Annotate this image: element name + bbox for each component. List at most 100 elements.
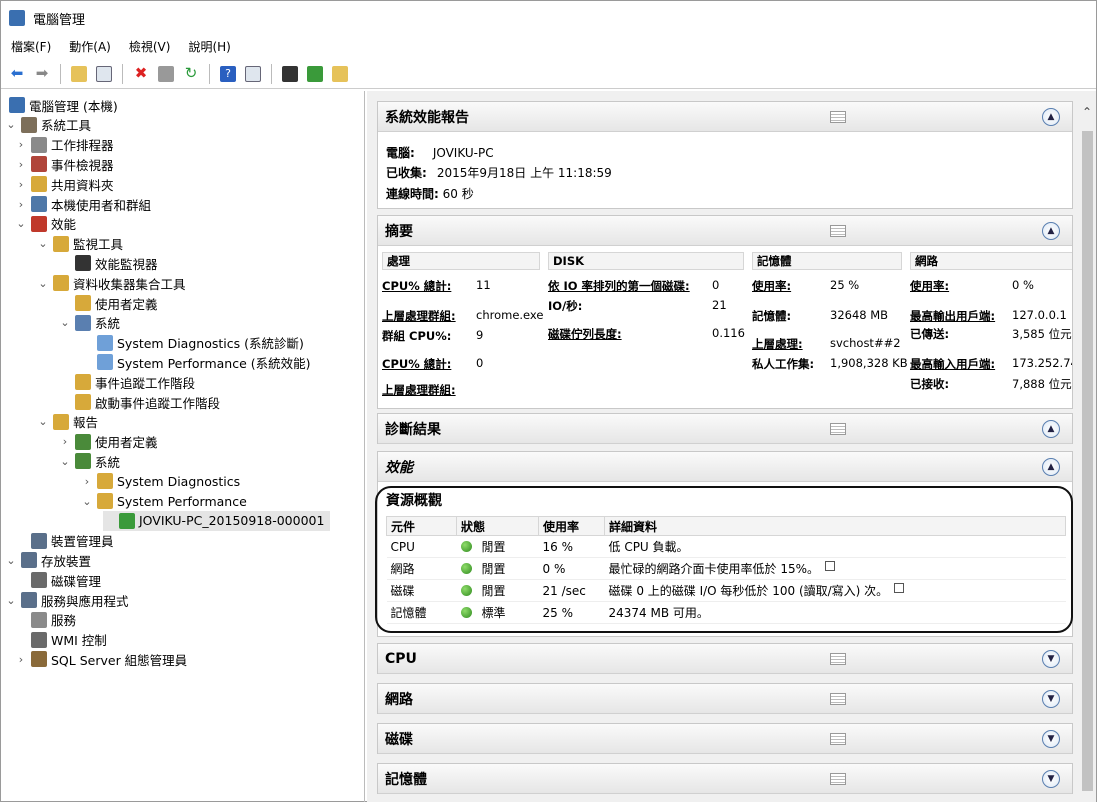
table-view-icon[interactable] (830, 693, 846, 705)
tree-item[interactable]: ⌄ 系統 (59, 451, 120, 471)
toolbar-divider (271, 63, 272, 84)
chevron-down-icon[interactable]: ⌄ (37, 237, 49, 250)
tree-item[interactable]: ⌄ 資料收集器集合工具 (37, 273, 186, 293)
tree-item[interactable]: ⌄ 服務與應用程式 (5, 590, 129, 610)
expand-icon[interactable]: ▼ (1042, 690, 1060, 708)
chevron-down-icon[interactable]: ⌄ (15, 217, 27, 230)
monitor-icon[interactable] (280, 64, 300, 84)
print-icon[interactable] (156, 64, 176, 84)
table-view-icon[interactable] (830, 653, 846, 665)
memory-section: 記憶體 ▼ (377, 763, 1073, 794)
refresh-icon[interactable]: ↻ (181, 64, 201, 84)
tree-item-label: 磁碟管理 (51, 573, 102, 589)
table-view-icon[interactable] (830, 773, 846, 785)
toolbar-divider (122, 63, 123, 84)
tree-item[interactable]: › 工作排程器 (15, 135, 114, 155)
folder-icon[interactable] (330, 64, 350, 84)
network-title-bar[interactable]: 網路 ▼ (378, 684, 1072, 714)
table-view-icon[interactable] (830, 733, 846, 745)
tree-item-label: 啟動事件追蹤工作階段 (95, 395, 221, 411)
tree-item[interactable]: › 本機使用者和群組 (15, 194, 151, 214)
tree-item[interactable]: 使用者定義 (59, 293, 158, 313)
chevron-down-icon[interactable]: ⌄ (5, 118, 17, 131)
expand-icon[interactable]: ▼ (1042, 650, 1060, 668)
chevron-down-icon[interactable]: ⌄ (81, 495, 93, 508)
chevron-down-icon[interactable]: ⌄ (37, 277, 49, 290)
tree-item[interactable]: ⌄ 存放裝置 (5, 550, 91, 570)
tree-item[interactable]: WMI 控制 (15, 630, 107, 650)
tree-item[interactable]: 服務 (15, 610, 76, 630)
help-icon[interactable]: ? (218, 64, 238, 84)
scroll-up-icon[interactable]: ⌃ (1082, 105, 1092, 119)
delete-icon[interactable]: ✖ (131, 64, 151, 84)
chevron-down-icon[interactable]: ⌄ (59, 316, 71, 329)
tree-item[interactable]: System Performance (系統效能) (81, 352, 311, 372)
collapse-icon[interactable]: ▲ (1042, 420, 1060, 438)
summary-title-bar[interactable]: 摘要 ▲ (378, 216, 1072, 246)
tree-item[interactable]: 啟動事件追蹤工作階段 (59, 392, 220, 412)
tree-item[interactable]: 電腦管理 (本機) (5, 95, 118, 115)
status-label: 閒置 (481, 562, 506, 576)
scrollbar-thumb[interactable] (1082, 131, 1093, 791)
chevron-right-icon[interactable]: › (15, 653, 27, 666)
tree-item[interactable]: 效能監視器 (59, 253, 158, 273)
tree-item[interactable]: 事件追蹤工作階段 (59, 372, 195, 392)
cpu-title-bar[interactable]: CPU ▼ (378, 644, 1072, 674)
folder-up-icon[interactable] (69, 64, 89, 84)
table-view-icon[interactable] (830, 111, 846, 123)
forward-arrow-icon[interactable]: ➡ (32, 64, 52, 84)
tree-item[interactable]: ⌄ 報告 (37, 412, 98, 432)
tree-node-icon (21, 552, 37, 569)
collapse-icon[interactable]: ▲ (1042, 108, 1060, 126)
diagnostics-title-bar[interactable]: 診斷結果 ▲ (378, 414, 1072, 444)
menu-view[interactable]: 檢視(V) (129, 38, 171, 55)
table-view-icon[interactable] (830, 225, 846, 237)
edit-note-icon[interactable] (825, 561, 835, 571)
tree-item[interactable]: ⌄ 系統 (59, 313, 120, 333)
chevron-right-icon[interactable]: › (15, 158, 27, 171)
chevron-right-icon[interactable]: › (81, 475, 93, 488)
tree-item[interactable]: › SQL Server 組態管理員 (15, 649, 187, 669)
expand-icon[interactable]: ▼ (1042, 770, 1060, 788)
menu-action[interactable]: 動作(A) (69, 38, 111, 55)
chevron-down-icon[interactable]: ⌄ (59, 455, 71, 468)
menu-help[interactable]: 說明(H) (188, 38, 230, 55)
cpu-section: CPU ▼ (377, 643, 1073, 674)
chevron-right-icon[interactable]: › (15, 138, 27, 151)
properties-icon[interactable] (94, 64, 114, 84)
report-header-title-bar[interactable]: 系統效能報告 ▲ (378, 102, 1072, 132)
memory-title-bar[interactable]: 記憶體 ▼ (378, 764, 1072, 794)
tree-item-label: 裝置管理員 (51, 534, 114, 550)
tree-item[interactable]: ⌄ 效能 (15, 214, 76, 234)
vertical-scrollbar[interactable]: ⌃ (1079, 91, 1096, 802)
chevron-right-icon[interactable]: › (59, 435, 71, 448)
tree-item[interactable]: › 使用者定義 (59, 432, 158, 452)
performance-title-bar[interactable]: 效能 ▲ (378, 452, 1072, 482)
disk-title-bar[interactable]: 磁碟 ▼ (378, 724, 1072, 754)
collapse-icon[interactable]: ▲ (1042, 458, 1060, 476)
chevron-right-icon[interactable]: › (15, 178, 27, 191)
tree-item[interactable]: › System Diagnostics (81, 471, 240, 491)
tree-item[interactable]: 裝置管理員 (15, 531, 114, 551)
chevron-right-icon[interactable]: › (15, 198, 27, 211)
tree-item[interactable]: ⌄ 系統工具 (5, 115, 91, 135)
tree-item[interactable]: › 共用資料夾 (15, 174, 114, 194)
tree-item[interactable]: ⌄ 監視工具 (37, 234, 123, 254)
collapse-icon[interactable]: ▲ (1042, 222, 1060, 240)
chevron-down-icon[interactable]: ⌄ (37, 415, 49, 428)
table-view-icon[interactable] (830, 423, 846, 435)
tree-item[interactable]: JOVIKU-PC_20150918-000001 (103, 510, 331, 531)
tree-item[interactable]: › 事件檢視器 (15, 154, 114, 174)
tree-item[interactable]: System Diagnostics (系統診斷) (81, 333, 304, 353)
back-arrow-icon[interactable]: ⬅ (7, 64, 27, 84)
report-icon[interactable] (305, 64, 325, 84)
menu-file[interactable]: 檔案(F) (11, 38, 51, 55)
expand-icon[interactable]: ▼ (1042, 730, 1060, 748)
tree-item[interactable]: 磁碟管理 (15, 570, 101, 590)
edit-note-icon[interactable] (894, 583, 905, 593)
tree-item-label: 服務 (51, 613, 77, 629)
chevron-down-icon[interactable]: ⌄ (5, 594, 17, 607)
chevron-down-icon[interactable]: ⌄ (5, 554, 17, 567)
tree-item[interactable]: ⌄ System Performance (81, 491, 247, 511)
view-icon[interactable] (243, 64, 263, 84)
